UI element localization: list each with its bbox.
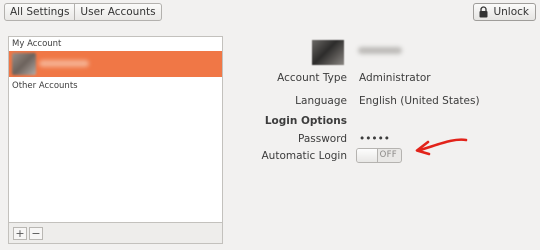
other-accounts-header: Other Accounts <box>12 81 78 91</box>
breadcrumb: All Settings User Accounts <box>4 3 162 21</box>
unlock-button[interactable]: Unlock <box>473 3 536 21</box>
account-name-redacted <box>39 60 89 67</box>
add-user-button[interactable]: + <box>13 226 27 240</box>
account-row-selected[interactable] <box>9 51 222 77</box>
language-value[interactable]: English (United States) <box>359 95 480 107</box>
login-options-title: Login Options <box>264 115 347 127</box>
lock-icon <box>479 6 488 18</box>
remove-user-button[interactable]: − <box>29 226 43 240</box>
language-label: Language <box>295 95 347 107</box>
toggle-knob <box>357 149 378 162</box>
password-value[interactable]: ••••• <box>359 133 390 145</box>
red-arrow-annotation <box>415 138 468 156</box>
list-toolbar: + − <box>8 223 223 244</box>
automatic-login-toggle[interactable]: OFF <box>356 148 402 163</box>
user-avatar[interactable] <box>312 40 344 65</box>
my-account-header: My Account <box>12 39 62 49</box>
account-type-label: Account Type <box>277 72 347 84</box>
avatar <box>12 53 36 75</box>
toggle-state-text: OFF <box>379 150 397 160</box>
breadcrumb-all-settings[interactable]: All Settings <box>5 4 74 20</box>
automatic-login-label: Automatic Login <box>261 150 347 162</box>
account-type-value[interactable]: Administrator <box>359 72 431 84</box>
account-list: My Account Other Accounts <box>8 36 223 223</box>
unlock-label: Unlock <box>493 6 529 18</box>
user-name-redacted[interactable] <box>358 47 402 54</box>
password-label: Password <box>297 133 347 145</box>
breadcrumb-user-accounts[interactable]: User Accounts <box>74 4 160 20</box>
